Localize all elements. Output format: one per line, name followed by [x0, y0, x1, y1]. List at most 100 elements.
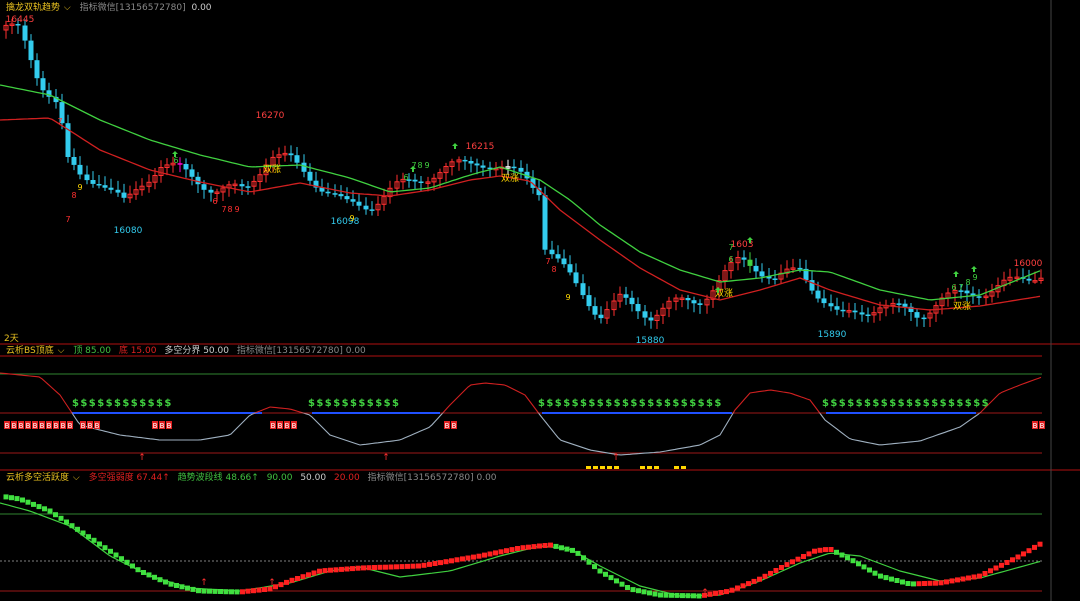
dollar-signal: $ [956, 398, 963, 409]
sequence-count-label: 9 [424, 161, 429, 170]
activity-dot [487, 551, 493, 557]
activity-dot [53, 512, 58, 518]
candle-body [964, 290, 970, 294]
activity-dot [559, 545, 564, 551]
activity-dot [718, 590, 724, 595]
activity-dot [410, 563, 416, 569]
bb-signal-letter: B [81, 422, 86, 430]
activity-dot [405, 563, 410, 569]
activity-dot [806, 551, 812, 557]
activity-dot [377, 564, 383, 570]
candle-body [22, 25, 28, 41]
activity-dot [790, 559, 795, 565]
activity-dot [482, 552, 487, 558]
activity-dot [317, 568, 322, 574]
dollar-signal: $ [342, 398, 349, 409]
candle-body [828, 303, 834, 307]
candle-body [815, 290, 821, 299]
bb-signal-letter: B [271, 422, 276, 430]
candle-body [741, 257, 747, 260]
bottom-zone-mark [593, 466, 598, 469]
activity-dot [663, 592, 669, 598]
price-chart[interactable]: 16445 16270 16215 16000 16080 16098 15880 15890… [0, 0, 1080, 345]
activity-dot [548, 542, 553, 548]
activity-dot [773, 568, 779, 573]
candle-body [772, 278, 778, 280]
dollar-signal: $ [639, 398, 646, 409]
dollar-signal: $ [672, 398, 679, 409]
activity-dot [630, 587, 636, 593]
activity-dot [933, 580, 938, 586]
candle-body [542, 195, 548, 250]
double-rise-signal: 双涨 [263, 164, 281, 175]
activity-dot [229, 589, 234, 595]
bb-signal-letter: B [1033, 422, 1038, 430]
candle-body [598, 314, 604, 319]
dollar-signal: $ [622, 398, 629, 409]
activity-dot [878, 573, 883, 579]
up-arrow-icon: ↑ [268, 578, 276, 588]
dollar-signal: $ [889, 398, 896, 409]
activity-dot [999, 562, 1004, 568]
candle-body [747, 259, 753, 266]
dollar-signal: $ [106, 398, 113, 409]
bb-signal-letter: B [68, 422, 73, 430]
candle-body [369, 209, 375, 211]
activity-dot [922, 581, 927, 586]
activity-dot [603, 571, 608, 577]
bb-signal-letter: B [19, 422, 24, 430]
candle-body [307, 171, 313, 181]
sequence-count-label: 9 [77, 183, 82, 192]
bs-chart[interactable]: $ $ $ $ $ $ $ $ $ $ $ $ $ $ $ $ $ $ $ $ $ $ $ $ $ $ $ $ $ $ $ $ $ $ $ $ $ $ $ $… [0, 345, 1080, 471]
dollar-signal: $ [164, 398, 171, 409]
activity-dot [31, 501, 36, 507]
bottom-zone-mark [607, 466, 612, 469]
activity-dot [751, 578, 757, 584]
dollar-signal: $ [572, 398, 579, 409]
candle-body [338, 194, 344, 197]
candle-body [976, 296, 982, 298]
activity-dot [124, 559, 130, 565]
sequence-count-label: 8 [71, 191, 76, 200]
green-upper-band [0, 84, 1041, 301]
activity-dot [1004, 560, 1010, 565]
activity-dot [1021, 551, 1026, 557]
activity-dot [900, 579, 905, 585]
price-extreme-label: 16000 [1014, 259, 1043, 269]
sequence-count-label: 6 [951, 283, 956, 292]
activity-dot [867, 567, 872, 573]
activity-dot [944, 579, 949, 585]
activity-dot [350, 566, 355, 572]
dollar-signal: $ [706, 398, 713, 409]
activity-chart[interactable]: ↑ ↑ ↑ [0, 471, 1080, 601]
activity-dot [509, 547, 515, 553]
candle-body [691, 300, 697, 304]
activity-dot [207, 588, 212, 594]
candle-body [288, 153, 294, 156]
sequence-count-label: 9 [972, 273, 977, 282]
activity-dot [333, 567, 339, 573]
candle-body [865, 314, 871, 316]
candle-body [462, 159, 468, 162]
activity-dot [361, 565, 366, 571]
price-extreme-label: 15880 [636, 336, 665, 345]
activity-dot [394, 564, 399, 570]
activity-dot [911, 581, 916, 587]
dollar-signal: $ [597, 398, 604, 409]
candle-body [859, 312, 865, 315]
candle-body [412, 179, 418, 182]
candle-body [468, 161, 474, 164]
activity-dot [75, 526, 80, 532]
activity-dot [834, 549, 839, 555]
candle-body [753, 265, 759, 272]
bb-signal-letter: B [445, 422, 450, 430]
up-arrow-icon: ↑ [138, 453, 146, 463]
activity-dot [339, 566, 344, 572]
bottom-zone-mark [614, 466, 619, 469]
activity-dot [388, 564, 394, 570]
candle-body [592, 306, 598, 315]
candle-body [84, 174, 90, 181]
activity-dot [119, 556, 124, 562]
sequence-count-label: 6 [728, 255, 733, 264]
candle-body [474, 163, 480, 166]
